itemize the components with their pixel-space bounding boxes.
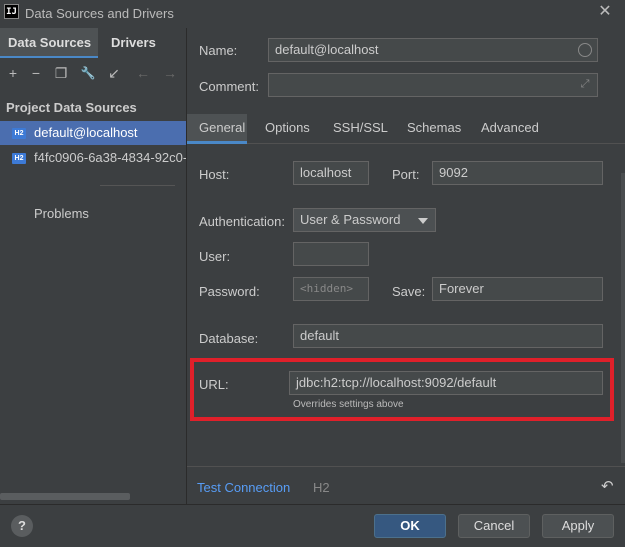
comment-input[interactable]: ⤢ [268,73,598,97]
window-title: Data Sources and Drivers [25,6,174,21]
wrench-icon[interactable]: 🔧 [79,64,97,82]
problems-item[interactable]: Problems [34,206,89,221]
vertical-scrollbar[interactable] [621,173,625,463]
copy-icon[interactable]: ❐ [52,64,70,82]
data-source-settings: Name: default@localhost Comment: ⤢ Gener… [187,28,625,504]
authentication-value: User & Password [300,212,401,227]
url-label: URL: [199,377,229,392]
host-label: Host: [199,167,230,182]
database-input[interactable]: default [293,324,603,348]
back-arrow-icon[interactable]: ← [134,64,152,82]
port-input[interactable]: 9092 [432,161,603,185]
apply-button[interactable]: Apply [542,514,614,538]
authentication-label: Authentication: [199,214,286,229]
user-input[interactable] [293,242,369,266]
left-tabs: Data Sources Drivers [0,28,186,58]
project-data-sources-heading: Project Data Sources [6,100,137,115]
tab-drivers[interactable]: Drivers [111,28,156,58]
driver-name: H2 [313,480,330,495]
password-label: Password: [199,284,260,299]
intellij-logo-icon: IJ [4,4,19,19]
divider [100,185,175,186]
data-source-label: default@localhost [34,125,138,140]
add-icon[interactable]: + [4,64,22,82]
horizontal-scrollbar[interactable] [0,493,130,500]
tab-ssh-ssl[interactable]: SSH/SSL [333,114,388,144]
tab-options[interactable]: Options [265,114,310,144]
left-pane: Data Sources Drivers + − ❐ 🔧 ↙ ← → Proje… [0,28,186,504]
tab-advanced[interactable]: Advanced [481,114,539,144]
close-icon[interactable]: ✕ [596,3,614,21]
url-note: Overrides settings above [293,399,404,410]
ok-button[interactable]: OK [374,514,446,538]
cancel-button[interactable]: Cancel [458,514,530,538]
name-label: Name: [199,43,238,58]
data-source-item[interactable]: H2 f4fc0906-6a38-4834-92c0- [0,146,186,170]
database-label: Database: [199,331,259,346]
title-bar: IJ Data Sources and Drivers ✕ [0,0,625,28]
name-input[interactable]: default@localhost [268,38,598,62]
tab-data-sources[interactable]: Data Sources [0,28,98,58]
tab-general[interactable]: General [187,114,247,144]
url-input[interactable]: jdbc:h2:tcp://localhost:9092/default [289,371,603,395]
h2-database-icon: H2 [12,128,26,139]
password-input[interactable]: <hidden> [293,277,369,301]
help-button[interactable]: ? [11,515,33,537]
chevron-down-icon [418,218,428,224]
forward-arrow-icon[interactable]: → [161,64,179,82]
data-source-toolbar: + − ❐ 🔧 ↙ ← → [0,60,186,86]
name-value: default@localhost [275,42,379,57]
port-label: Port: [392,167,420,182]
host-input[interactable]: localhost [293,161,369,185]
save-label: Save: [392,284,426,299]
import-icon[interactable]: ↙ [105,64,123,82]
save-select[interactable]: Forever [432,277,603,301]
dialog-footer: ? OK Cancel Apply [0,504,625,547]
data-source-label: f4fc0906-6a38-4834-92c0- [34,150,186,165]
color-circle-icon[interactable] [578,43,592,57]
settings-tabs: General Options SSH/SSL Schemas Advanced [187,114,625,144]
remove-icon[interactable]: − [27,64,45,82]
revert-icon[interactable]: ↶ [601,477,614,495]
expand-icon[interactable]: ⤢ [578,77,592,91]
data-source-item[interactable]: H2 default@localhost [0,121,186,145]
user-label: User: [199,249,231,264]
h2-database-icon: H2 [12,153,26,164]
comment-label: Comment: [199,79,259,94]
tab-schemas[interactable]: Schemas [407,114,461,144]
test-connection-link[interactable]: Test Connection [197,480,290,495]
divider [187,466,625,467]
authentication-select[interactable]: User & Password [293,208,436,232]
